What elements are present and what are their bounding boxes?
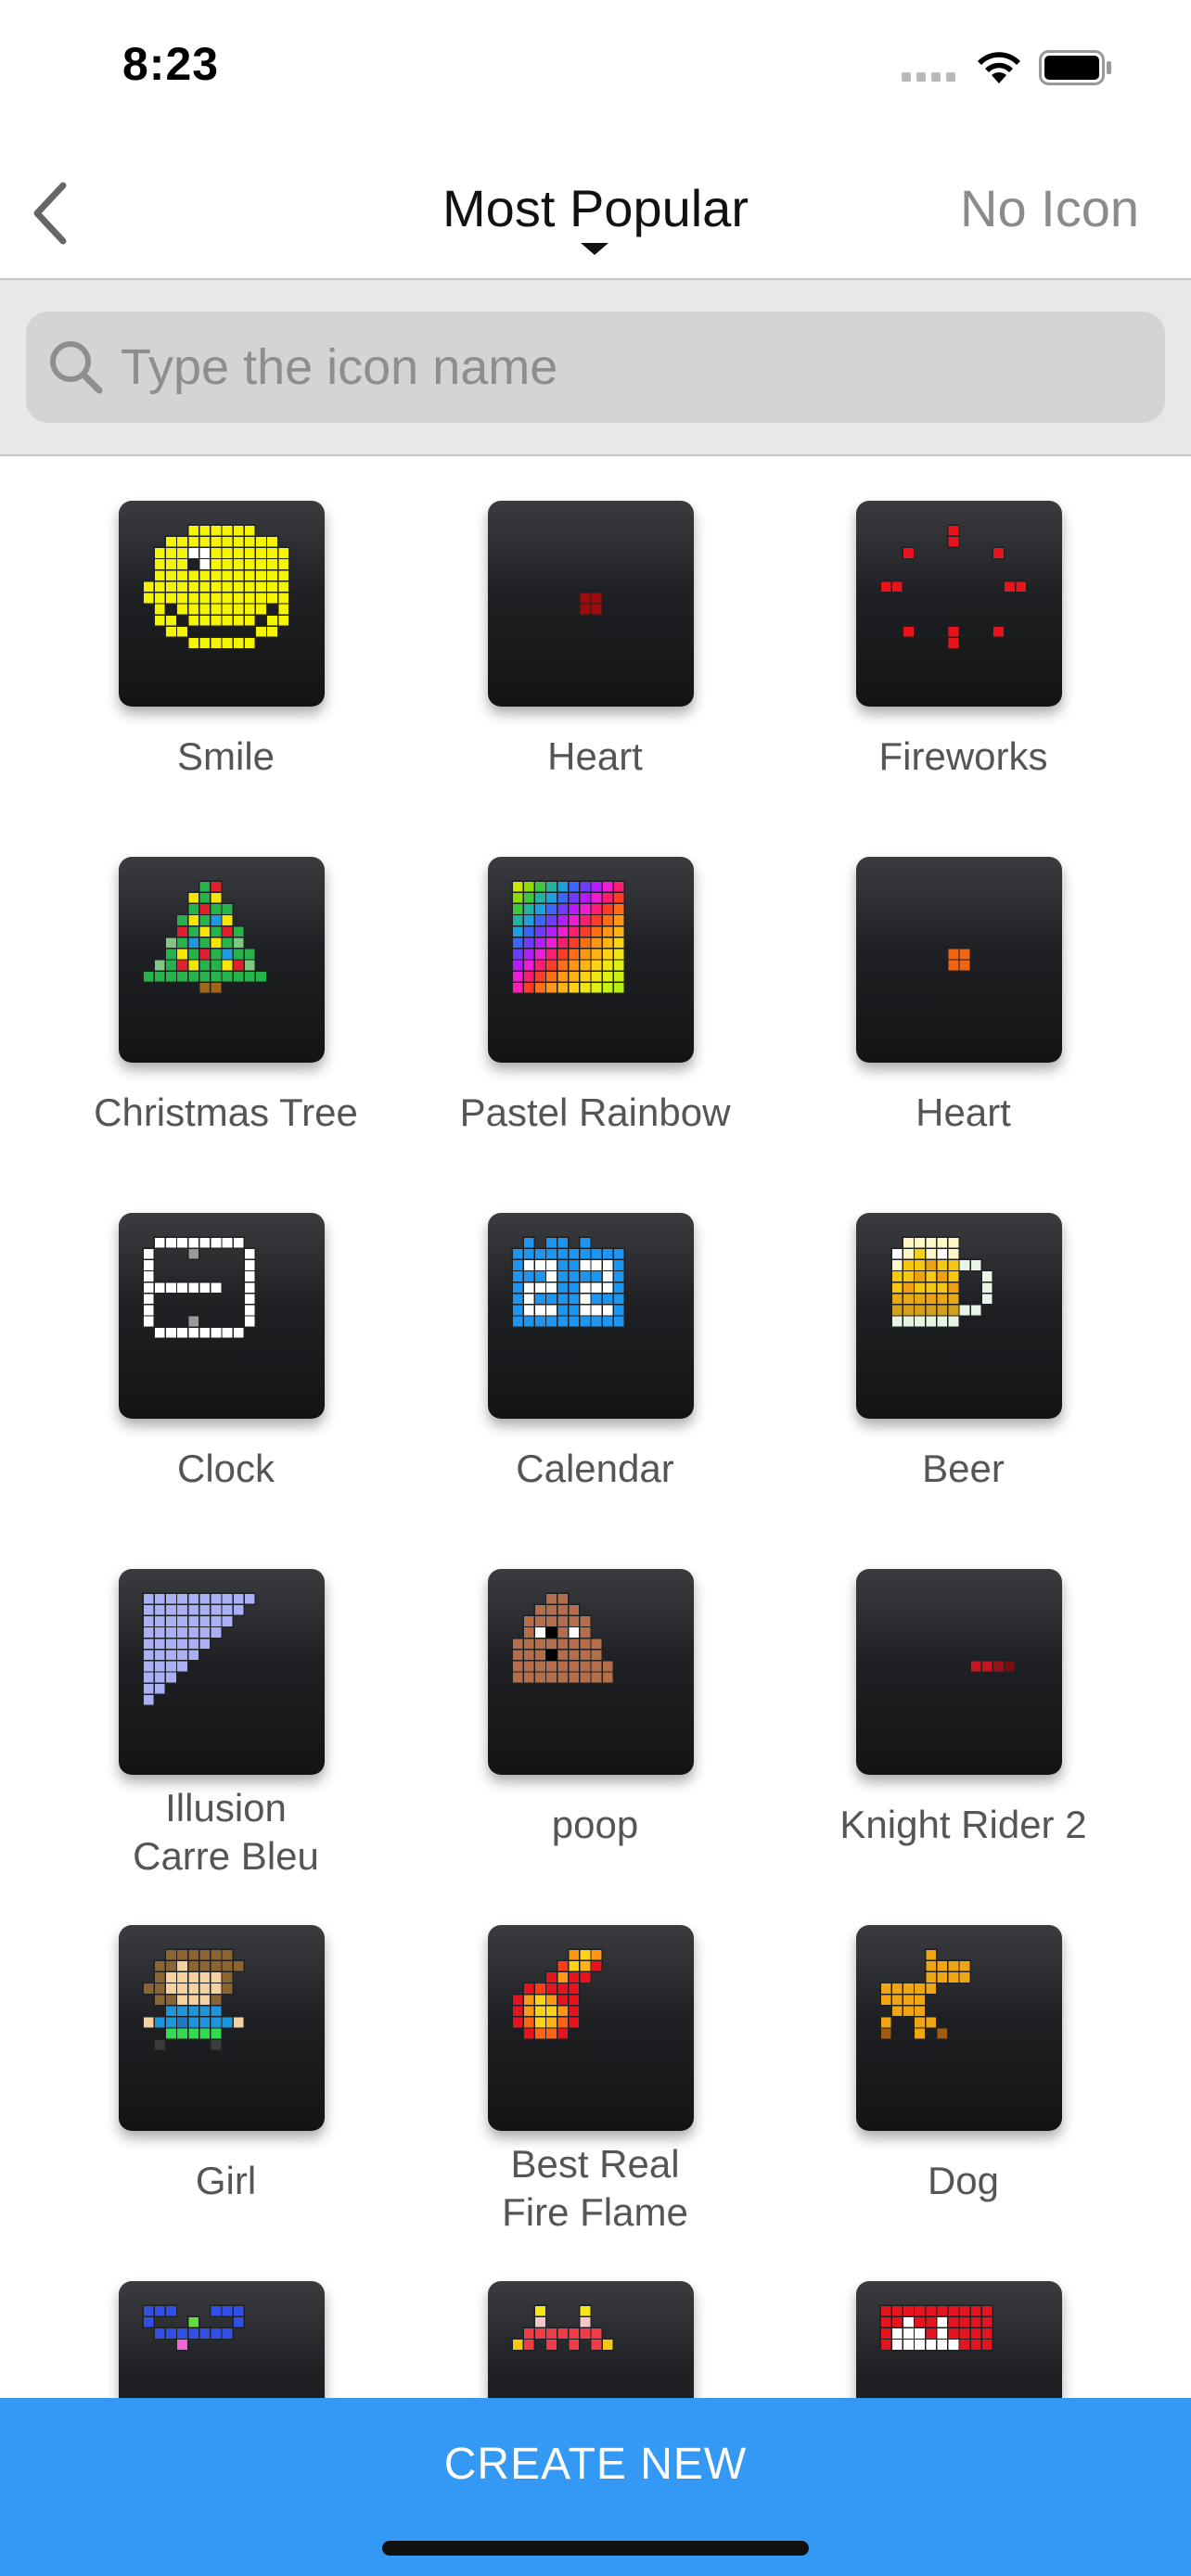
poop-icon	[488, 1569, 694, 1775]
status-bar: 8:23	[0, 0, 1191, 139]
beer-icon	[856, 1213, 1062, 1419]
icon-label: Girl	[195, 2159, 257, 2202]
icon-label: Heart	[916, 1090, 1011, 1134]
fire-flame-icon	[488, 1925, 694, 2131]
status-time: 8:23	[122, 38, 220, 90]
illusion-icon	[119, 1569, 325, 1775]
search-field[interactable]	[26, 312, 1165, 423]
search-input[interactable]	[121, 312, 1122, 423]
heart-icon	[856, 857, 1062, 1063]
icon-label: Smile	[176, 734, 275, 778]
heart-icon	[488, 501, 694, 707]
search-bar	[0, 280, 1191, 456]
icon-label: Dog	[927, 2159, 1000, 2202]
cellular-signal-icon	[902, 72, 955, 82]
icon-label: Beer	[922, 1447, 1005, 1490]
christmas-tree-icon	[119, 857, 325, 1063]
navigation-bar: Most Popular No Icon	[0, 139, 1191, 280]
no-icon-button[interactable]: No Icon	[960, 178, 1139, 238]
pixel-art-icon	[119, 2281, 325, 2398]
rainbow-icon	[488, 857, 694, 1063]
icon-label: Clock	[176, 1447, 275, 1490]
wifi-icon	[978, 52, 1020, 83]
girl-icon	[119, 1925, 325, 2131]
icon-label: Illusion Carre Bleu	[133, 1786, 319, 1878]
icon-label: Pastel Rainbow	[459, 1090, 731, 1134]
battery-icon	[1039, 50, 1111, 85]
icon-label: poop	[551, 1803, 639, 1846]
dog-icon	[856, 1925, 1062, 2131]
icon-label: Knight Rider 2	[839, 1803, 1087, 1846]
icon-grid: Smile Heart Fireworks Christmas Tree Pas…	[0, 456, 1191, 2398]
search-icon	[50, 341, 103, 394]
icon-label: Heart	[547, 734, 643, 778]
fireworks-icon	[856, 501, 1062, 707]
icon-label: Best Real Fire Flame	[502, 2142, 688, 2234]
home-indicator	[382, 2541, 809, 2556]
calendar-icon	[488, 1213, 694, 1419]
knight-rider-icon	[856, 1569, 1062, 1775]
pixel-art-icon	[856, 2281, 1062, 2398]
icon-label: Christmas Tree	[94, 1090, 358, 1134]
icon-label: Fireworks	[878, 734, 1048, 778]
dropdown-caret-icon[interactable]	[581, 243, 608, 255]
pixel-art-icon	[488, 2281, 694, 2398]
clock-icon	[119, 1213, 325, 1419]
icon-label: Calendar	[516, 1447, 674, 1490]
smile-icon	[119, 501, 325, 707]
